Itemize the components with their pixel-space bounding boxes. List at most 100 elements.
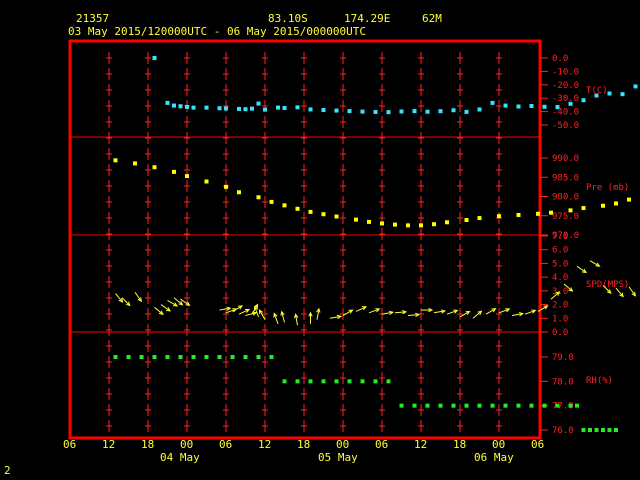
data-point: [282, 203, 287, 208]
data-point: [503, 403, 508, 408]
data-point: [568, 208, 573, 213]
data-point: [542, 104, 547, 109]
data-point: [178, 355, 183, 359]
data-point: [263, 107, 267, 112]
data-point: [295, 379, 300, 384]
data-point: [191, 355, 196, 359]
data-point: [269, 355, 274, 359]
data-point: [588, 428, 592, 432]
data-point: [139, 355, 144, 359]
data-point: [334, 214, 339, 219]
data-point: [347, 109, 352, 114]
data-point: [133, 161, 137, 166]
y-tick-label: 5.0: [552, 259, 568, 269]
data-point: [412, 403, 417, 408]
data-point: [204, 179, 209, 184]
data-point: [497, 214, 501, 219]
date-label: 04 May: [160, 451, 200, 464]
data-point: [204, 105, 209, 110]
data-point: [516, 104, 521, 109]
data-point: [282, 105, 287, 110]
data-point: [360, 109, 365, 114]
panel-name: Pre (mb): [586, 183, 629, 193]
data-point: [451, 403, 456, 408]
y-tick-label: 0.0: [552, 328, 568, 338]
y-tick-label: 79.0: [552, 353, 574, 363]
y-tick-label: 975.0: [552, 212, 579, 222]
data-point: [490, 100, 495, 105]
x-tick-label: 18: [297, 438, 310, 451]
data-point: [354, 217, 358, 222]
y-tick-label: 4.0: [552, 273, 568, 283]
data-point: [568, 403, 573, 408]
data-point: [126, 355, 131, 359]
y-tick-label: 985.0: [552, 173, 579, 183]
meteogram-chart: 21357 83.10S 174.29E 62M 03 May 2015/120…: [4, 12, 638, 477]
data-point: [295, 105, 300, 110]
data-point: [464, 109, 469, 114]
x-tick-label: 00: [336, 438, 349, 451]
data-point: [308, 107, 313, 112]
data-point: [321, 379, 326, 384]
y-tick-label: 1.0: [552, 314, 568, 324]
data-point: [250, 106, 254, 111]
data-point: [185, 104, 189, 109]
data-point: [607, 428, 612, 432]
x-tick-label: 06: [219, 438, 232, 451]
data-point: [276, 105, 280, 110]
data-point: [633, 84, 638, 89]
data-point: [620, 92, 625, 97]
data-point: [419, 223, 423, 228]
data-point: [575, 403, 579, 408]
panel-name: SPD(MPS): [586, 280, 629, 290]
date-label: 05 May: [318, 451, 358, 464]
data-point: [373, 110, 378, 115]
x-tick-label: 00: [492, 438, 505, 451]
x-tick-label: 12: [102, 438, 115, 451]
x-tick-label: 06: [375, 438, 388, 451]
data-point: [152, 355, 157, 359]
data-point: [165, 355, 170, 359]
data-point: [191, 105, 196, 110]
y-tick-label: 0.0: [552, 54, 568, 64]
data-point: [399, 109, 404, 114]
data-point: [425, 109, 430, 114]
station-id: 21357: [76, 12, 109, 25]
data-point: [581, 206, 586, 211]
panel-name: RH(%): [586, 376, 613, 386]
elevation: 62M: [422, 12, 442, 25]
wind-arrow: [121, 297, 131, 306]
data-point: [464, 217, 469, 222]
data-point: [334, 108, 339, 113]
x-tick-label: 12: [414, 438, 427, 451]
data-point: [172, 103, 176, 108]
data-point: [334, 379, 339, 384]
time-period: 03 May 2015/120000UTC - 06 May 2015/0000…: [68, 25, 366, 38]
y-tick-label: -50.0: [552, 121, 579, 131]
data-point: [386, 110, 391, 115]
data-point: [256, 355, 261, 359]
data-point: [542, 403, 547, 408]
data-point: [477, 216, 482, 221]
data-point: [172, 169, 176, 174]
data-point: [224, 184, 228, 189]
axis-ticks: 06 12 18 00 06 12 18 00 06 12 18 00 06 04 May 05 May 06…: [63, 54, 629, 464]
data-point: [237, 190, 241, 195]
y-tick-label: -20.0: [552, 81, 579, 91]
data-point: [224, 106, 228, 111]
data-point: [601, 203, 605, 208]
data-point: [438, 109, 443, 114]
data-point: [217, 106, 222, 111]
data-point: [614, 428, 618, 432]
y-tick-label: 980.0: [552, 193, 579, 203]
y-tick-label: -30.0: [552, 94, 579, 104]
data-point: [256, 195, 261, 200]
data-point: [243, 107, 248, 112]
data-point: [256, 101, 261, 106]
data-point: [399, 403, 404, 408]
data-point: [477, 403, 482, 408]
y-tick-label: -10.0: [552, 67, 579, 77]
data-point: [308, 379, 313, 384]
data-point: [614, 201, 618, 206]
data-point: [425, 403, 430, 408]
